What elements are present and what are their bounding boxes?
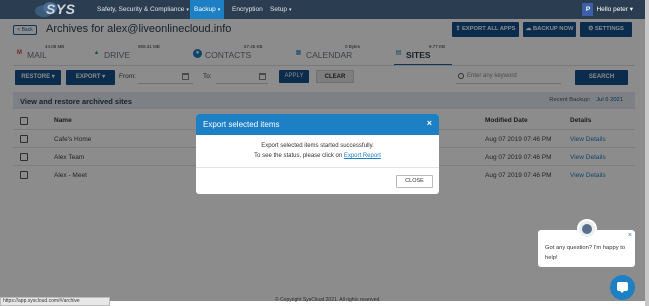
dialog-divider [196, 167, 439, 168]
user-menu[interactable]: P Hello peter ▾ [582, 3, 633, 16]
close-icon[interactable]: × [628, 232, 632, 239]
dialog-message: Export selected items started successful… [261, 143, 374, 149]
chevron-down-icon: ▾ [629, 6, 633, 13]
chevron-down-icon: ▾ [217, 7, 221, 13]
window-edge [645, 0, 649, 306]
browser-status-url: https://app.syscloud.com/#/archive [0, 297, 110, 306]
chat-message: Got any question? I'm happy to help! [545, 245, 626, 261]
nav-encryption[interactable]: Encryption [228, 0, 267, 19]
syscloud-logo[interactable]: SYS [34, 1, 82, 18]
dialog-title: Export selected items [203, 120, 280, 129]
dialog-header: Export selected items × [196, 114, 439, 135]
nav-setup[interactable]: Setup ▾ [266, 0, 296, 19]
dialog-status-message: To see the status, please click on Expor… [254, 153, 381, 159]
chat-launcher-button[interactable] [610, 275, 635, 300]
export-report-link[interactable]: Export Report [344, 153, 381, 159]
avatar-icon [582, 224, 592, 234]
chevron-down-icon: ▾ [289, 7, 292, 13]
chat-agent-avatar [577, 219, 597, 239]
export-dialog: Export selected items × Export selected … [196, 114, 439, 194]
nav-backup[interactable]: Backup ▾ [190, 0, 225, 19]
chat-bubble-tail [619, 290, 625, 293]
nav-safety-security-compliance[interactable]: Safety, Security & Compliance ▾ [93, 0, 193, 19]
logo-text: SYS [46, 1, 76, 17]
top-navbar: SYS Safety, Security & Compliance ▾ Backu… [0, 0, 649, 19]
close-icon[interactable]: × [427, 118, 432, 128]
avatar: P [582, 3, 594, 16]
close-button[interactable]: CLOSE [396, 175, 433, 188]
user-greeting: Hello peter [596, 6, 628, 13]
chevron-down-icon: ▾ [186, 7, 189, 13]
